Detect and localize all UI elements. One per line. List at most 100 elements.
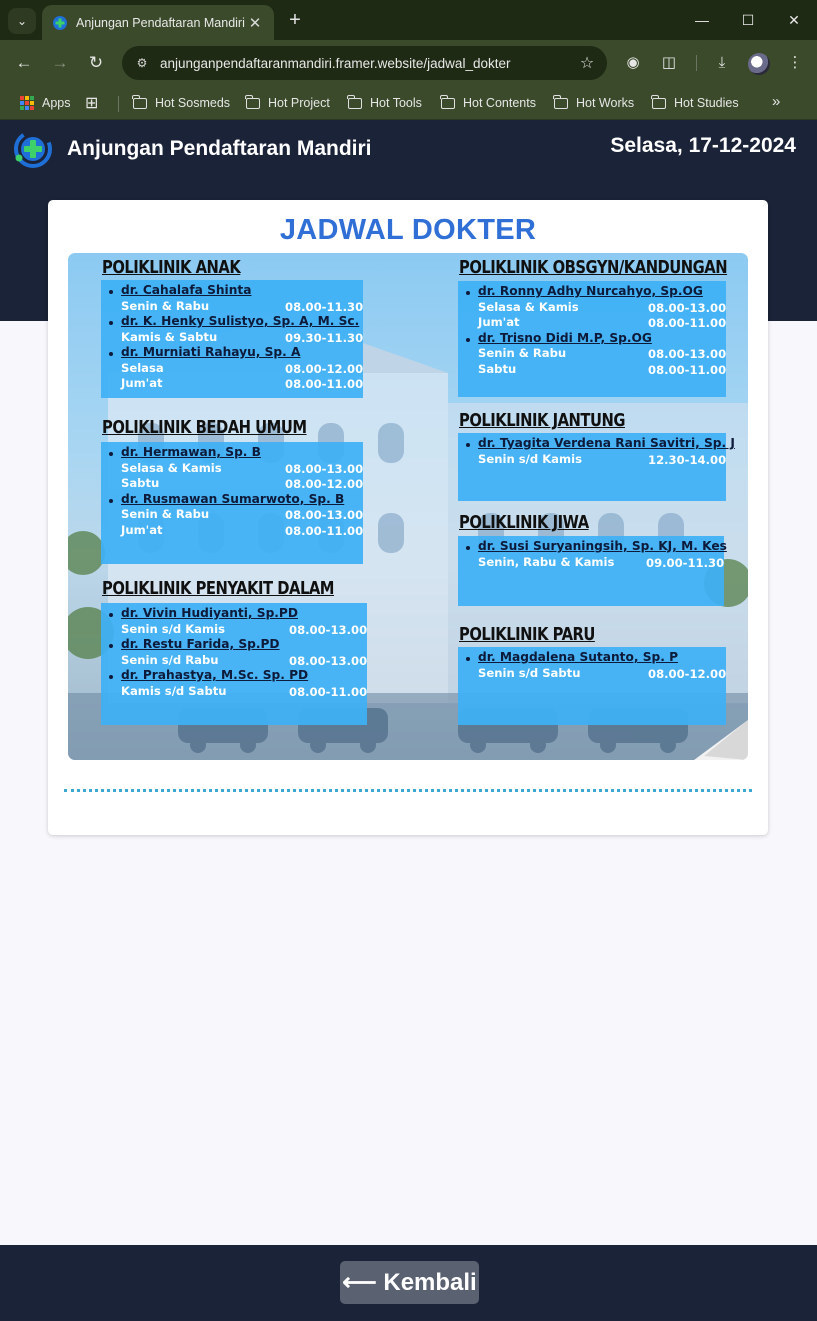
bookmark-hot-project[interactable]: Hot Project (245, 93, 330, 113)
apps-grid-icon (20, 96, 34, 110)
doctor-name: dr. Tyagita Verdena Rani Savitri, Sp. J (478, 436, 735, 450)
doctor-schedule-image: POLIKLINIK ANAK dr. Cahalafa Shinta Senin … (68, 253, 748, 760)
schedule-days: Jum'at (478, 315, 520, 329)
tab-close-icon[interactable]: ✕ (246, 14, 264, 32)
schedule-days: Selasa & Kamis (478, 299, 579, 314)
url-text[interactable]: anjunganpendaftaranmandiri.framer.websit… (160, 56, 577, 71)
clinic-heading: POLIKLINIK BEDAH UMUM (102, 417, 307, 438)
bullet-point (466, 291, 470, 295)
schedule-time: 09.00-11.30 (646, 555, 725, 570)
doctor-name: dr. Ronny Adhy Nurcahyo, Sp.OG (478, 284, 703, 298)
doctor-name: dr. Cahalafa Shinta (121, 283, 252, 297)
page-footer: ⟵ Kembali (0, 1245, 817, 1321)
clinic-heading: POLIKLINIK JIWA (459, 512, 589, 533)
maximize-icon[interactable]: ☐ (736, 8, 760, 32)
hospital-logo-icon[interactable] (10, 128, 56, 170)
clinic-heading: POLIKLINIK OBSGYN/KANDUNGAN (459, 257, 728, 278)
page-title: JADWAL DOKTER (279, 214, 537, 246)
tab-title: Anjungan Pendaftaran Mandiri (76, 15, 245, 30)
browser-tab-active[interactable]: Anjungan Pendaftaran Mandiri ✕ (42, 5, 274, 40)
back-arrow-icon[interactable]: ← (12, 51, 36, 75)
bookmark-label: Hot Sosmeds (155, 96, 231, 110)
bookmark-hot-studies[interactable]: Hot Studies (651, 93, 739, 113)
schedule-time: 08.00-13.00 (285, 508, 364, 522)
doctor-name: dr. Trisno Didi M.P, Sp.OG (478, 330, 652, 345)
schedule-days: Senin s/d Kamis (121, 621, 225, 636)
profile-avatar[interactable] (748, 53, 770, 75)
clinic-heading: POLIKLINIK PENYAKIT DALAM (102, 578, 335, 599)
current-date: Selasa, 17-12-2024 (610, 134, 796, 157)
toolbar-divider (696, 55, 697, 71)
bullet-point (466, 657, 470, 661)
schedule-card: JADWAL DOKTER POLIKLINIK ANAK dr. Cahala… (48, 200, 768, 835)
site-favicon-icon (53, 15, 67, 30)
schedule-days: Senin & Rabu (478, 346, 567, 360)
download-icon[interactable]: ⤓ (711, 52, 733, 74)
bullet-point (109, 498, 113, 503)
address-bar[interactable]: ⚙ anjunganpendaftaranmandiri.framer.webs… (122, 46, 607, 80)
tab-groups-icon[interactable]: ⊞ (85, 93, 98, 113)
folder-icon (440, 94, 455, 109)
site-settings-icon[interactable]: ⚙ (132, 56, 152, 70)
tab-search-button[interactable]: ⌄ (8, 8, 36, 34)
schedule-time: 08.00-13.00 (648, 347, 727, 361)
minimize-icon[interactable]: — (690, 8, 714, 32)
bookmark-label: Hot Works (576, 96, 635, 110)
schedule-days: Selasa (121, 360, 164, 375)
schedule-time: 08.00-11.00 (648, 316, 727, 330)
schedule-days: Senin s/d Kamis (478, 451, 582, 466)
folder-icon (132, 94, 147, 109)
folder-icon (245, 94, 260, 109)
bookmark-label: Apps (42, 96, 71, 110)
bookmark-hot-tools[interactable]: Hot Tools (347, 93, 422, 113)
schedule-days: Sabtu (121, 476, 160, 490)
folder-icon (651, 94, 666, 109)
doctor-name: dr. Susi Suryaningsih, Sp. KJ, M. Kes (478, 539, 727, 553)
doctor-name: dr. Hermawan, Sp. B (121, 445, 261, 459)
chevron-double-right-icon[interactable]: » (772, 93, 780, 110)
schedule-days: Senin s/d Sabtu (478, 665, 581, 680)
doctor-name: dr. Magdalena Sutanto, Sp. P (478, 650, 679, 664)
bullet-point (109, 613, 113, 617)
schedule-days: Senin, Rabu & Kamis (478, 554, 615, 569)
schedule-time: 08.00-13.00 (289, 653, 368, 668)
extensions-icon[interactable]: ◫ (658, 52, 680, 74)
schedule-days: Sabtu (478, 361, 517, 376)
schedule-days: Kamis & Sabtu (121, 329, 218, 344)
schedule-time: 08.00-13.00 (648, 300, 727, 315)
new-tab-button[interactable]: + (284, 8, 306, 32)
schedule-time: 08.00-12.00 (285, 361, 364, 376)
folder-icon (347, 94, 362, 109)
schedule-time: 08.00-12.00 (285, 477, 364, 491)
schedule-days: Senin & Rabu (121, 298, 210, 313)
bullet-point (109, 452, 113, 456)
doctor-name: dr. Murniati Rahayu, Sp. A (121, 345, 301, 359)
bullet-point (466, 443, 470, 447)
bookmark-hot-sosmeds[interactable]: Hot Sosmeds (132, 93, 231, 113)
camera-icon[interactable]: ◉ (622, 52, 644, 74)
bullet-point (109, 352, 113, 356)
back-button[interactable]: ⟵ Kembali (340, 1261, 479, 1304)
bullet-point (109, 644, 113, 648)
schedule-days: Kamis s/d Sabtu (121, 683, 227, 698)
bookmarks-bar: Apps ⊞ Hot Sosmeds Hot Project Hot Tools… (0, 86, 817, 120)
clinic-heading: POLIKLINIK PARU (459, 624, 595, 645)
bookmark-hot-contents[interactable]: Hot Contents (440, 93, 536, 113)
forward-arrow-icon[interactable]: → (48, 51, 72, 75)
doctor-name: dr. K. Henky Sulistyo, Sp. A, M. Sc. (121, 314, 360, 328)
schedule-days: Selasa & Kamis (121, 460, 222, 475)
schedule-time: 08.00-11.00 (285, 523, 364, 538)
dotted-divider (64, 789, 752, 792)
bullet-point (466, 546, 470, 550)
close-window-icon[interactable]: ✕ (782, 8, 806, 32)
bookmark-apps[interactable]: Apps (20, 93, 71, 113)
reload-icon[interactable]: ↻ (84, 51, 108, 75)
schedule-time: 08.00-13.00 (289, 622, 368, 637)
menu-kebab-icon[interactable]: ⋮ (784, 52, 806, 74)
bullet-point (466, 337, 470, 342)
bookmark-star-icon[interactable]: ☆ (577, 53, 597, 73)
schedule-days: Senin s/d Rabu (121, 652, 219, 667)
bookmark-hot-works[interactable]: Hot Works (553, 93, 635, 113)
bullet-point (109, 321, 113, 325)
bullet-point (109, 290, 113, 294)
